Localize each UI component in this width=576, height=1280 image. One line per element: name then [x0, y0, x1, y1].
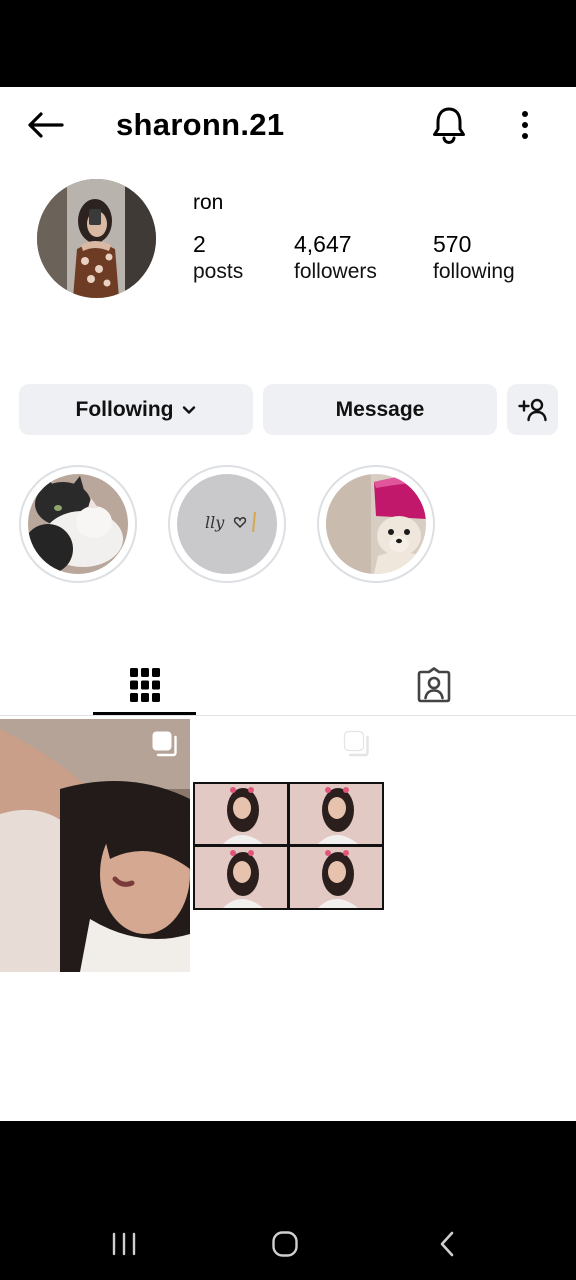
stat-following-value: 570 [433, 231, 472, 257]
recent-apps-icon [112, 1232, 136, 1256]
profile-username: sharonn.21 [116, 107, 285, 142]
back-icon [440, 1231, 454, 1257]
highlight-note-text: lly [205, 513, 225, 532]
multiple-images-icon [152, 731, 177, 757]
highlight-cover-note: lly [177, 474, 277, 574]
avatar-photo [37, 179, 156, 298]
grid-icon [129, 667, 160, 702]
add-user-icon [517, 398, 547, 421]
stat-following[interactable]: 570 following [433, 230, 515, 286]
stat-posts-label: posts [193, 260, 244, 283]
chevron-down-icon [182, 405, 196, 415]
profile-display-name: ron [193, 191, 224, 214]
following-button-label: Following [75, 397, 174, 421]
stat-followers-value: 4,647 [294, 231, 352, 257]
multiple-images-icon [343, 730, 369, 757]
recent-apps-button[interactable] [102, 1222, 146, 1266]
post-2-collage [193, 782, 384, 910]
arrow-left-icon [28, 112, 64, 138]
tagged-person-icon [417, 666, 450, 702]
highlight-cover-cats [28, 474, 128, 574]
tab-posts-grid[interactable] [93, 653, 196, 716]
highlight-cover-dog [326, 474, 426, 574]
post-thumbnail-2[interactable] [192, 719, 384, 972]
notifications-button[interactable] [428, 103, 470, 147]
tab-tagged[interactable] [382, 653, 485, 716]
home-icon [272, 1231, 298, 1257]
active-tab-indicator [93, 712, 196, 715]
post-thumbnail-1[interactable] [0, 719, 190, 972]
home-button[interactable] [263, 1222, 307, 1266]
story-highlight-2[interactable]: lly [168, 465, 286, 583]
stat-posts-value: 2 [193, 231, 206, 257]
more-options-button[interactable] [508, 103, 542, 147]
message-button-label: Message [335, 397, 425, 421]
back-nav-button[interactable] [425, 1222, 469, 1266]
status-bar [0, 0, 576, 87]
stat-followers[interactable]: 4,647 followers [294, 230, 377, 286]
back-button[interactable] [22, 105, 68, 145]
profile-avatar[interactable] [37, 179, 156, 298]
message-button[interactable]: Message [263, 384, 497, 435]
suggested-users-button[interactable] [507, 384, 558, 435]
story-highlight-3[interactable] [317, 465, 435, 583]
profile-tabs [0, 653, 576, 716]
bell-icon [433, 107, 465, 145]
profile-screen: sharonn.21 ron 2 posts 4,647 followers 5… [0, 87, 576, 1121]
profile-header: sharonn.21 [0, 87, 576, 161]
stat-posts[interactable]: 2 posts [193, 230, 243, 286]
more-vertical-icon [522, 111, 528, 139]
stat-followers-label: followers [294, 260, 377, 283]
stat-following-label: following [433, 260, 515, 283]
following-button[interactable]: Following [19, 384, 253, 435]
story-highlight-1[interactable] [19, 465, 137, 583]
